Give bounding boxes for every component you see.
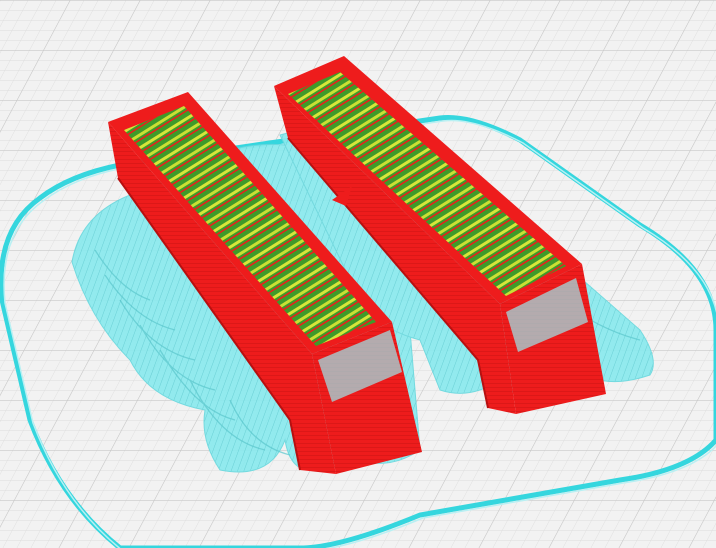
scene-canvas[interactable] <box>0 0 716 548</box>
3d-viewport[interactable] <box>0 0 716 548</box>
